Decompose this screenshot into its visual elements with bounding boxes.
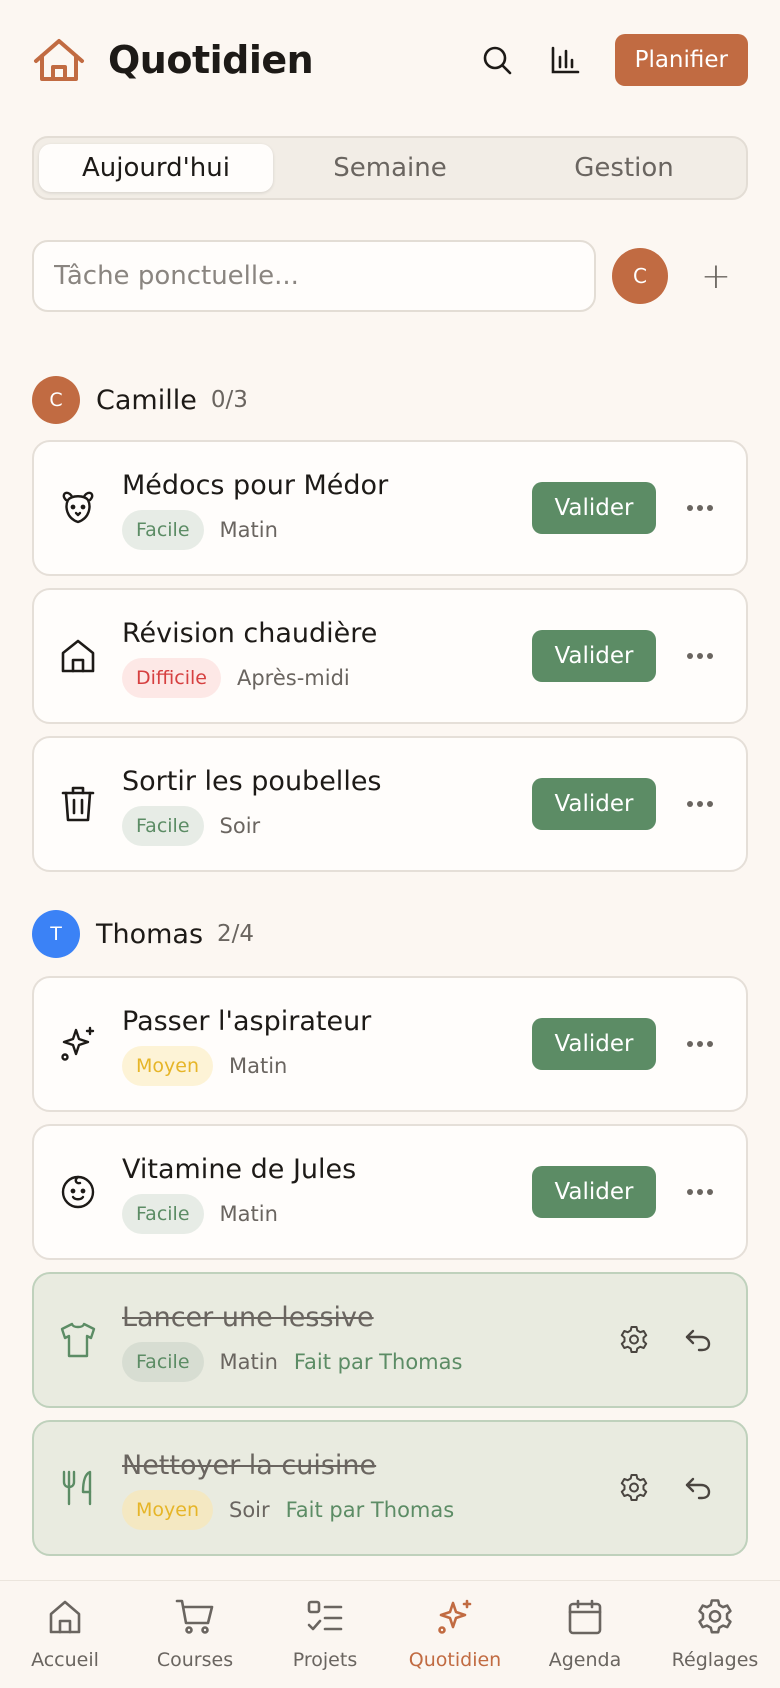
time-slot: Après-midi — [236, 666, 350, 690]
validate-button[interactable]: Valider — [532, 630, 656, 682]
assignee-avatar[interactable]: C — [612, 248, 668, 304]
task-card: Passer l'aspirateur Moyen Matin Valider — [32, 976, 748, 1112]
nav-item-projects[interactable]: Projets — [260, 1581, 390, 1688]
task-name: Passer l'aspirateur — [122, 1006, 372, 1037]
task-card-done: Nettoyer la cuisine Moyen Soir Fait par … — [32, 1420, 748, 1556]
task-meta: Facile Matin Fait par Thomas — [122, 1342, 462, 1382]
gear-icon[interactable] — [614, 1468, 654, 1508]
task-card-done: Lancer une lessive Facile Matin Fait par… — [32, 1272, 748, 1408]
nav-label: Réglages — [671, 1649, 759, 1671]
difficulty-badge: Moyen — [122, 1046, 213, 1086]
view-tabs: Aujourd'hui Semaine Gestion — [32, 136, 748, 200]
task-name: Nettoyer la cuisine — [122, 1450, 377, 1481]
utensils-icon — [56, 1466, 100, 1510]
nav-item-calendar[interactable]: Agenda — [520, 1581, 650, 1688]
group-count: 0/3 — [210, 387, 248, 413]
stats-chart-icon[interactable] — [547, 42, 583, 78]
nav-item-daily[interactable]: Quotidien — [390, 1581, 520, 1688]
task-card: Révision chaudière Difficile Après-midi … — [32, 588, 748, 724]
shirt-icon — [56, 1318, 100, 1362]
time-slot: Matin — [219, 518, 278, 542]
task-meta: Moyen Soir Fait par Thomas — [122, 1490, 454, 1530]
nav-label: Accueil — [31, 1649, 99, 1671]
plan-button[interactable]: Planifier — [614, 34, 748, 86]
task-meta: Facile Matin — [122, 1194, 278, 1234]
more-options-icon[interactable] — [680, 786, 720, 822]
group-name: Thomas — [96, 918, 204, 950]
time-slot: Soir — [219, 814, 261, 838]
bottom-nav: Accueil Courses Projets Quotidien Agenda… — [0, 1580, 780, 1688]
trash-icon — [56, 782, 100, 826]
settings-icon — [693, 1595, 737, 1639]
done-by-label: Fait par Thomas — [293, 1350, 463, 1374]
time-slot: Matin — [229, 1054, 288, 1078]
validate-button[interactable]: Valider — [532, 1018, 656, 1070]
task-meta: Facile Matin — [122, 510, 278, 550]
validate-button[interactable]: Valider — [532, 482, 656, 534]
dog-icon — [56, 486, 100, 530]
task-name: Révision chaudière — [122, 618, 378, 649]
undo-icon[interactable] — [678, 1468, 718, 1508]
search-icon[interactable] — [479, 42, 515, 78]
task-meta: Difficile Après-midi — [122, 658, 350, 698]
group-name: Camille — [96, 384, 197, 416]
time-slot: Soir — [229, 1498, 270, 1522]
validate-button[interactable]: Valider — [532, 1166, 656, 1218]
page-title: Quotidien — [108, 38, 314, 82]
sparkles-icon — [56, 1022, 100, 1066]
more-options-icon[interactable] — [680, 490, 720, 526]
difficulty-badge: Difficile — [122, 658, 221, 698]
task-name: Sortir les poubelles — [122, 766, 382, 797]
new-task-field[interactable] — [32, 240, 596, 312]
new-task-input[interactable] — [54, 261, 574, 291]
undo-icon[interactable] — [678, 1320, 718, 1360]
task-name: Lancer une lessive — [122, 1302, 374, 1333]
more-options-icon[interactable] — [680, 1026, 720, 1062]
tab-management[interactable]: Gestion — [507, 144, 741, 192]
nav-item-settings[interactable]: Réglages — [650, 1581, 780, 1688]
difficulty-badge: Facile — [122, 806, 204, 846]
time-slot: Matin — [219, 1202, 278, 1226]
nav-label: Agenda — [548, 1649, 622, 1671]
avatar: C — [32, 376, 80, 424]
nav-item-shopping[interactable]: Courses — [130, 1581, 260, 1688]
nav-label: Projets — [292, 1649, 358, 1671]
house-icon — [56, 634, 100, 678]
tab-week[interactable]: Semaine — [273, 144, 507, 192]
validate-button[interactable]: Valider — [532, 778, 656, 830]
difficulty-badge: Facile — [122, 510, 204, 550]
calendar-icon — [563, 1595, 607, 1639]
time-slot: Matin — [219, 1350, 278, 1374]
task-name: Vitamine de Jules — [122, 1154, 357, 1185]
done-by-label: Fait par Thomas — [285, 1498, 455, 1522]
house-logo-icon — [32, 34, 94, 86]
baby-icon — [56, 1170, 100, 1214]
cart-icon — [173, 1595, 217, 1639]
home-icon — [43, 1595, 87, 1639]
difficulty-badge: Facile — [122, 1342, 204, 1382]
avatar: T — [32, 910, 80, 958]
task-card: Sortir les poubelles Facile Soir Valider — [32, 736, 748, 872]
task-meta: Facile Soir — [122, 806, 260, 846]
gear-icon[interactable] — [614, 1320, 654, 1360]
task-card: Vitamine de Jules Facile Matin Valider — [32, 1124, 748, 1260]
group-count: 2/4 — [217, 921, 255, 947]
task-name: Médocs pour Médor — [122, 470, 389, 501]
list-check-icon — [303, 1595, 347, 1639]
nav-item-home[interactable]: Accueil — [0, 1581, 130, 1688]
group-header-camille: C Camille 0/3 — [32, 376, 248, 424]
more-options-icon[interactable] — [680, 638, 720, 674]
difficulty-badge: Facile — [122, 1194, 204, 1234]
task-meta: Moyen Matin — [122, 1046, 287, 1086]
group-header-thomas: T Thomas 2/4 — [32, 910, 254, 958]
nav-label: Quotidien — [408, 1649, 502, 1671]
tab-today[interactable]: Aujourd'hui — [39, 144, 273, 192]
nav-label: Courses — [156, 1649, 234, 1671]
app-header: Quotidien Planifier — [0, 0, 780, 120]
task-card: Médocs pour Médor Facile Matin Valider — [32, 440, 748, 576]
more-options-icon[interactable] — [680, 1174, 720, 1210]
add-task-button[interactable]: + — [696, 252, 736, 300]
sparkles-icon — [433, 1595, 477, 1639]
difficulty-badge: Moyen — [122, 1490, 213, 1530]
